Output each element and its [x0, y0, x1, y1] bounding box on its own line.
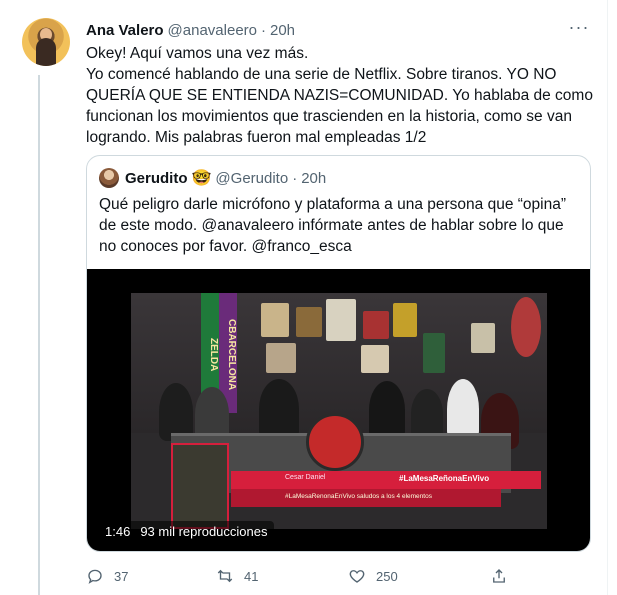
poster [326, 299, 356, 341]
reply-count: 37 [114, 568, 129, 584]
franco-logo [306, 413, 364, 471]
quoted-text: Qué peligro darle micrófono y plataforma… [99, 196, 571, 255]
poster [361, 345, 389, 373]
poster [261, 303, 289, 337]
tweet-actions: 37 41 250 [86, 566, 516, 586]
quoted-author-name: Gerudito [125, 169, 188, 187]
poster [296, 307, 322, 337]
thread-line [38, 75, 40, 595]
person [447, 379, 479, 439]
retweet-button[interactable]: 41 [216, 566, 258, 586]
retweet-icon [217, 569, 233, 583]
column-border [607, 0, 608, 595]
quoted-emoji: 🤓 [191, 170, 212, 187]
header-separator: · [261, 21, 266, 39]
quoted-avatar [99, 168, 119, 188]
heart-icon [349, 570, 365, 583]
video-player[interactable]: ZELDA CBARCELONA Cesar Daniel #LaMesaReñ… [87, 269, 590, 551]
share-icon [493, 569, 505, 583]
more-horizontal-icon[interactable]: ··· [568, 18, 590, 38]
poster [511, 297, 541, 357]
caller-camera [171, 443, 229, 529]
overlay-message: #LaMesaRenonaEnVivo saludos a los 4 elem… [285, 493, 432, 500]
quoted-time: 20h [301, 169, 327, 187]
reply-button[interactable]: 37 [86, 566, 128, 586]
person [259, 379, 299, 439]
video-duration: 1:46 [105, 523, 131, 539]
author-handle[interactable]: @anavaleero [168, 22, 257, 39]
quoted-separator: · [292, 169, 298, 187]
quoted-tweet[interactable]: Gerudito 🤓 @Gerudito · 20h Qué peligro d… [86, 155, 591, 552]
retweet-count: 41 [244, 568, 259, 584]
overlay-hashtag: #LaMesaReñonaEnVivo [399, 474, 490, 483]
lower-third: Cesar Daniel #LaMesaReñonaEnVivo #LaMesa… [231, 471, 541, 511]
video-frame: ZELDA CBARCELONA Cesar Daniel #LaMesaReñ… [131, 293, 547, 529]
person [369, 381, 405, 439]
like-button[interactable]: 250 [348, 566, 398, 586]
quoted-header: Gerudito 🤓 @Gerudito · 20h [99, 168, 326, 188]
poster [393, 303, 417, 337]
tweet-time[interactable]: 20h [270, 22, 295, 39]
poster [363, 311, 389, 339]
avatar-body [36, 38, 56, 66]
tweet-header: Ana Valero @anavaleero · 20h [86, 20, 295, 40]
author-name[interactable]: Ana Valero [86, 22, 164, 39]
poster [266, 343, 296, 373]
video-views: 93 mil reproducciones [140, 523, 268, 539]
author-avatar[interactable] [22, 18, 70, 66]
tweet-text: Okey! Aquí vamos una vez más. Yo comencé… [86, 45, 593, 146]
reply-icon [88, 569, 102, 584]
poster [471, 323, 495, 353]
video-info-badge: 1:46 93 mil reproducciones [99, 521, 274, 541]
share-button[interactable] [490, 566, 508, 586]
person [411, 389, 443, 439]
like-count: 250 [376, 568, 398, 584]
poster [423, 333, 445, 373]
caller-name: Cesar Daniel [285, 474, 326, 481]
quoted-handle: @Gerudito [215, 169, 289, 187]
lower-third-bar [231, 471, 541, 489]
